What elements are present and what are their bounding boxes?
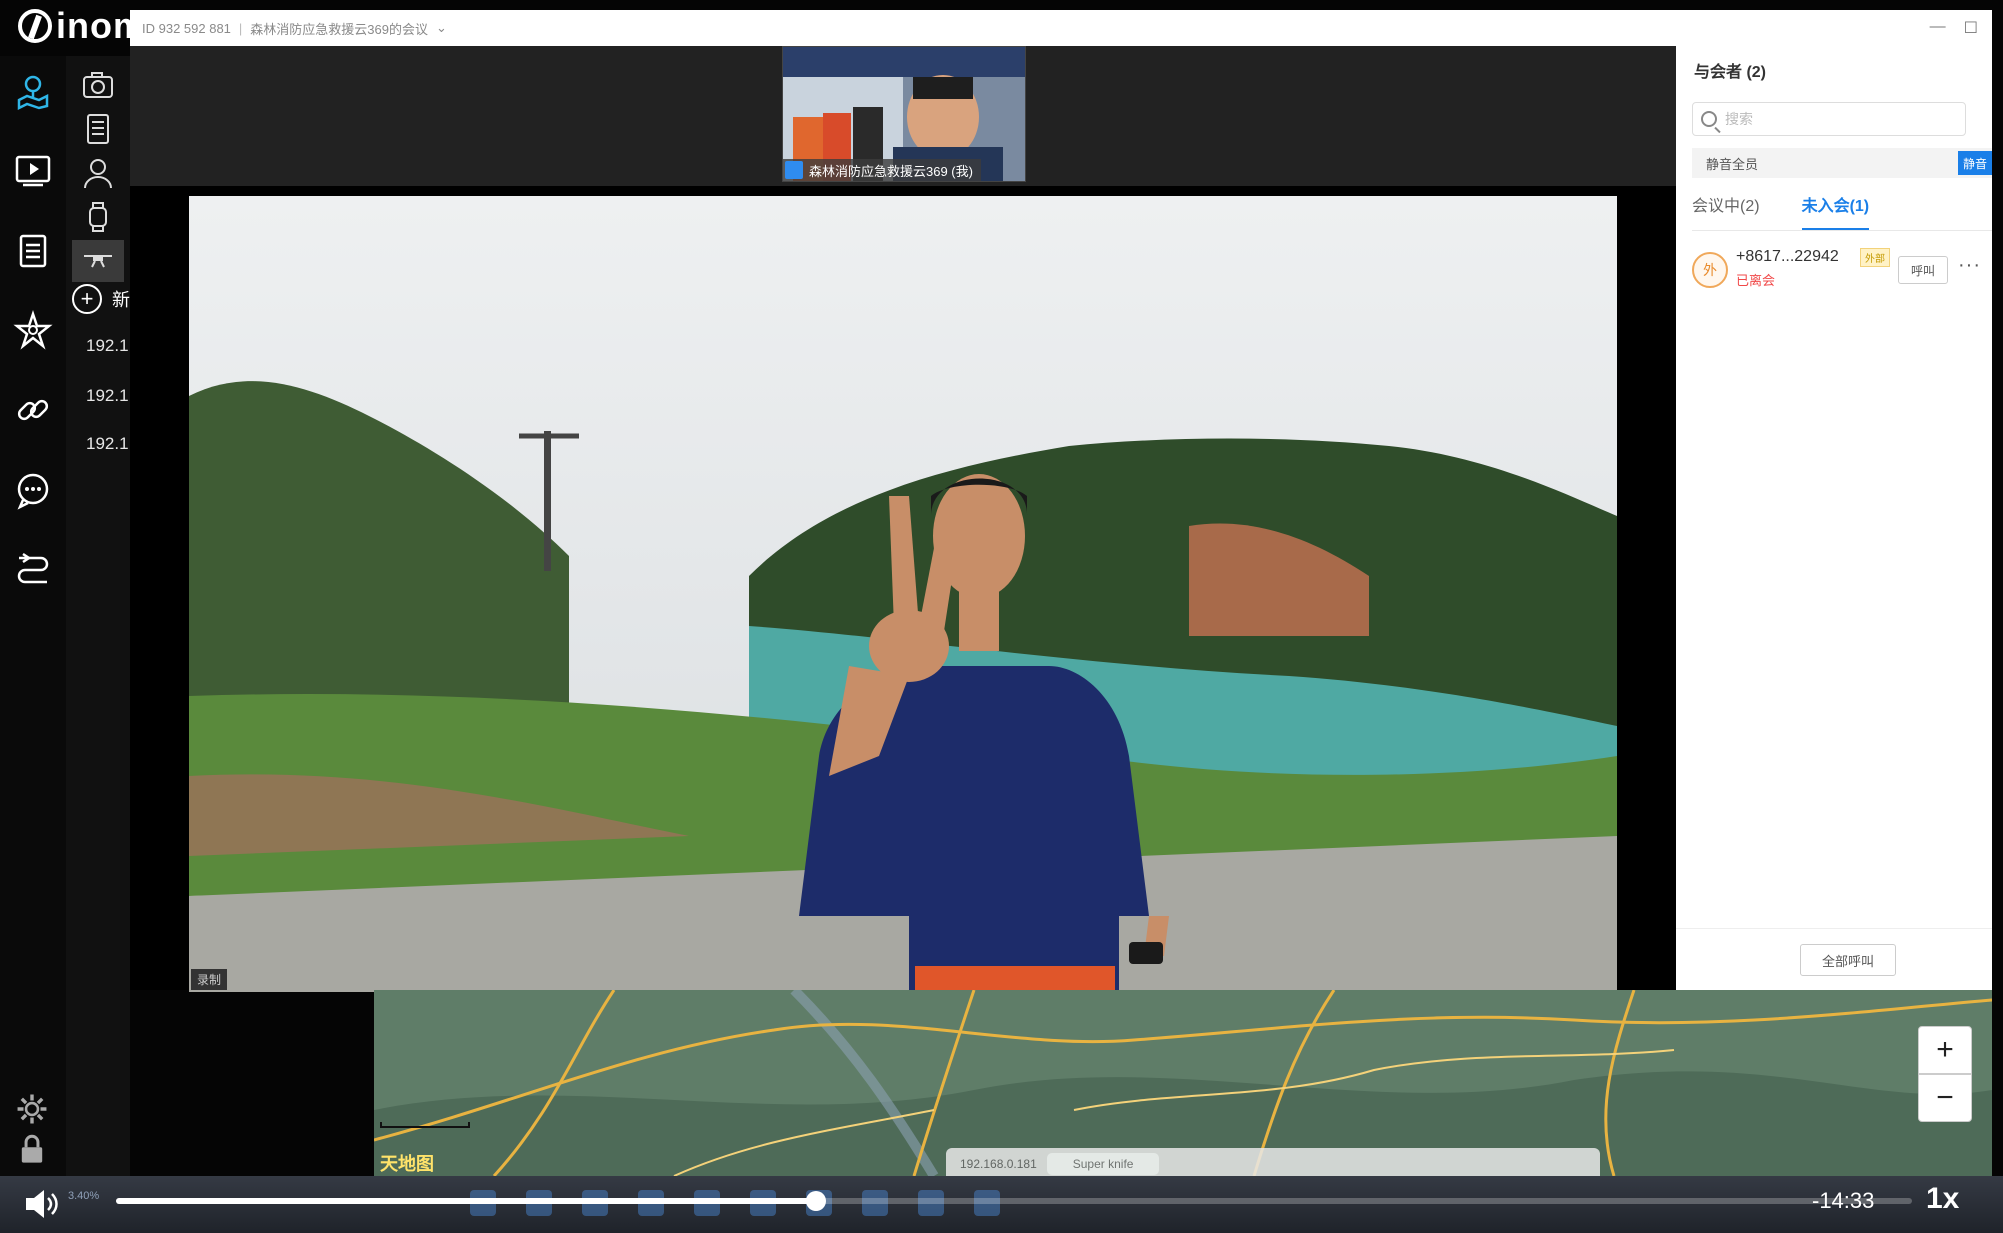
map-provider-logo: 天地图: [380, 1154, 434, 1174]
tab-in-meeting[interactable]: 会议中(2): [1692, 192, 1760, 231]
call-participant-button[interactable]: 呼叫: [1898, 256, 1948, 284]
mute-all-row: 静音全员 静音: [1692, 148, 1992, 178]
add-device-label: 新: [112, 290, 130, 310]
left-icon-rail: [0, 56, 66, 1176]
volume-level: 3.40%: [68, 1190, 100, 1202]
mute-all-button[interactable]: 静音: [1958, 151, 1992, 175]
zoom-out-button[interactable]: −: [1918, 1074, 1972, 1122]
search-placeholder: 搜索: [1725, 111, 1753, 127]
recording-tag: 录制: [191, 969, 228, 990]
device-panel: + 新 192.1 192.1 192.1: [66, 56, 130, 1176]
camera-icon[interactable]: [72, 64, 124, 106]
map-pin-icon[interactable]: [13, 70, 53, 110]
thumbnail-caption: 森林消防应急救援云369 (我): [809, 163, 973, 179]
plus-circle-icon: +: [72, 284, 102, 314]
participant-number: +8617...22942: [1736, 248, 1839, 265]
participants-panel: 与会者 (2) 搜索 静音全员 静音 会议中(2) 未入会(1) 外 +8617…: [1676, 46, 1992, 990]
map-scale-bar: [380, 1122, 470, 1128]
screen: inom + 新 192.1 192.1 192.1 ID 932 592 88…: [0, 0, 2003, 1233]
meeting-window: ID 932 592 881 | 森林消防应急救援云369的会议 ⌄ — ☐ 森…: [130, 10, 1992, 992]
link-icon[interactable]: [13, 390, 53, 430]
thumbnail-caption-bar: 森林消防应急救援云369 (我): [783, 159, 981, 181]
maximize-button[interactable]: ☐: [1964, 18, 1978, 38]
lock-icon[interactable]: [15, 1132, 49, 1166]
more-options-icon[interactable]: ···: [1958, 254, 1981, 277]
drone-icon[interactable]: [72, 240, 124, 282]
participant-tabs: 会议中(2) 未入会(1): [1692, 192, 1870, 231]
main-video[interactable]: 录制: [189, 196, 1617, 992]
video-stage: 森林消防应急救援云369 (我) 录制: [130, 46, 1676, 992]
recorder-icon[interactable]: [72, 108, 124, 150]
video-play-icon[interactable]: [13, 150, 53, 190]
zoom-in-button[interactable]: +: [1918, 1026, 1972, 1074]
network-star-icon[interactable]: [13, 310, 53, 350]
route-icon[interactable]: [13, 550, 53, 590]
meeting-id: ID 932 592 881: [142, 20, 231, 36]
smartwatch-icon[interactable]: [72, 196, 124, 238]
minimize-button[interactable]: —: [1930, 18, 1946, 38]
progress-track[interactable]: [116, 1191, 1912, 1211]
logo-mark-icon: [18, 9, 52, 43]
participant-status: 已离会: [1736, 273, 1776, 288]
settings-gear-icon[interactable]: [15, 1092, 49, 1126]
participant-row: 外 +8617...22942 外部 已离会 呼叫 ···: [1692, 242, 1992, 298]
participant-avatar: 外: [1692, 252, 1728, 288]
window-controls: — ☐: [1930, 18, 1978, 38]
call-all-button[interactable]: 全部呼叫: [1800, 944, 1896, 976]
app-logo: inom: [18, 5, 146, 46]
participants-title: 与会者 (2): [1694, 64, 1767, 81]
clipboard-list-icon[interactable]: [13, 230, 53, 270]
search-icon: [1701, 111, 1717, 127]
external-badge: 外部: [1860, 248, 1890, 267]
device-ip-2[interactable]: 192.1: [86, 386, 129, 406]
tab-not-joined[interactable]: 未入会(1): [1801, 192, 1870, 231]
mute-all-label: 静音全员: [1706, 156, 1759, 172]
main-video-image: [189, 196, 1617, 992]
chevron-down-icon[interactable]: ⌄: [436, 20, 447, 36]
device-ip-1[interactable]: 192.1: [86, 336, 129, 356]
browser-url[interactable]: 192.168.0.181: [960, 1157, 1037, 1171]
meeting-name[interactable]: 森林消防应急救援云369的会议: [250, 19, 428, 38]
self-video-thumbnail[interactable]: 森林消防应急救援云369 (我): [782, 46, 1026, 182]
chat-bubble-icon[interactable]: [13, 470, 53, 510]
device-ip-3[interactable]: 192.1: [86, 434, 129, 454]
meeting-title-bar: ID 932 592 881 | 森林消防应急救援云369的会议 ⌄ — ☐: [130, 10, 1992, 46]
time-remaining: -14:33: [1812, 1188, 1875, 1213]
person-icon[interactable]: [72, 152, 124, 194]
participant-search-input[interactable]: 搜索: [1692, 102, 1966, 136]
user-avatar-icon: [785, 161, 803, 179]
add-device-button[interactable]: + 新: [72, 284, 130, 314]
progress-fill: [116, 1198, 817, 1204]
browser-tab[interactable]: Super knife: [1046, 1153, 1160, 1175]
video-player-bar: 3.40% -14:33 1x: [0, 1176, 2003, 1233]
playback-speed-button[interactable]: 1x: [1926, 1182, 1959, 1216]
volume-speaker-icon[interactable]: [22, 1186, 62, 1222]
